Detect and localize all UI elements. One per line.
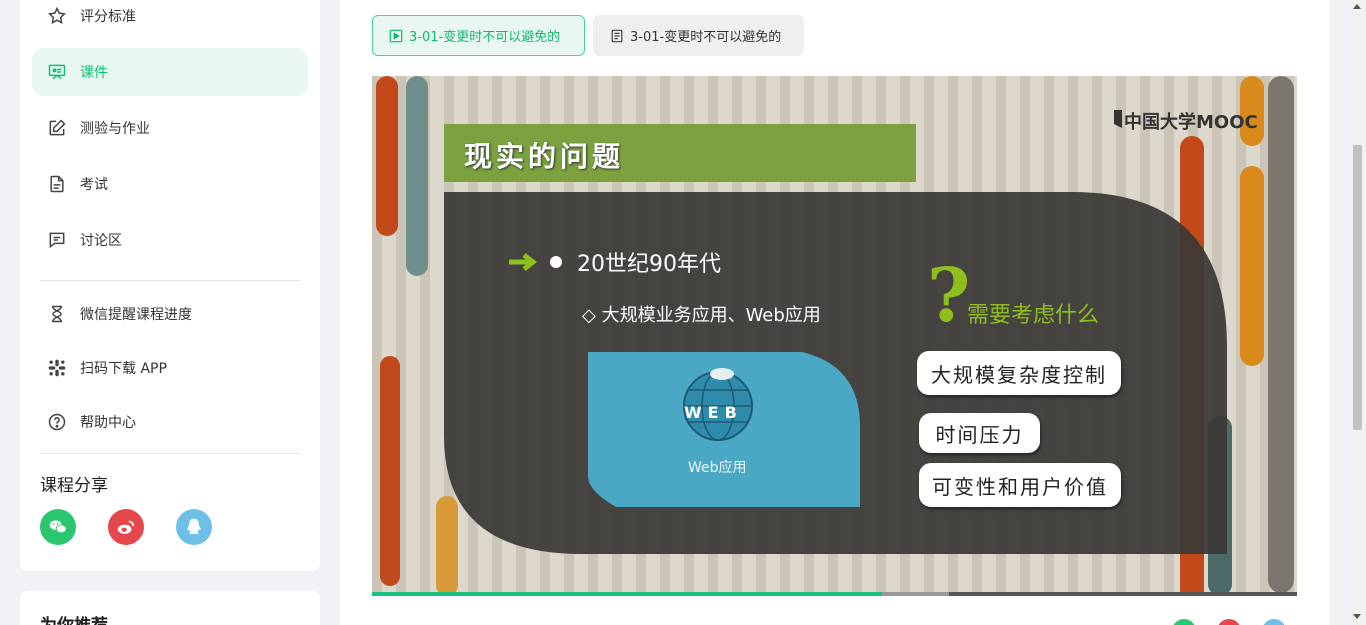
video-progress-bar[interactable] [372, 592, 1297, 596]
web-mark: WEB [684, 403, 743, 422]
scroll-down-icon[interactable] [1353, 614, 1361, 619]
star-icon [46, 5, 68, 27]
sidebar-item-label: 测验与作业 [80, 121, 150, 137]
tab-label: 3-01-变更时不可以避免的 [630, 30, 782, 45]
tab-label: 3-01-变更时不可以避免的 [409, 30, 561, 45]
wechat-share-icon[interactable] [1172, 619, 1196, 625]
sidebar-item-label: 评分标准 [80, 9, 136, 25]
document-icon [611, 29, 623, 42]
recommend-title: 为你推荐 [40, 611, 108, 625]
svg-text:?: ? [927, 253, 970, 339]
scroll-up-icon[interactable] [1353, 4, 1361, 9]
sidebar-item-label: 微信提醒课程进度 [80, 307, 192, 323]
web-label: Web应用 [688, 460, 747, 476]
qr-icon [46, 357, 68, 379]
progress-played [372, 592, 882, 596]
recommend-card: 为你推荐 [20, 591, 320, 625]
sidebar-item-label: 扫码下载 APP [80, 361, 167, 377]
sidebar-item-wechat-reminder[interactable]: 微信提醒课程进度 [32, 290, 308, 338]
slide-pill-1: 大规模复杂度控制 [917, 351, 1121, 395]
sidebar-item-discussion[interactable]: 讨论区 [32, 216, 308, 264]
page-scrollbar[interactable] [1349, 0, 1366, 625]
weibo-share-icon[interactable] [108, 509, 144, 545]
slide-pill-2: 时间压力 [919, 413, 1040, 453]
slide-pill-3: 可变性和用户价值 [919, 463, 1121, 507]
main-content: 3-01-变更时不可以避免的 3-01-变更时不可以避免的 ? WEB 现实的问… [340, 0, 1329, 625]
sidebar-item-label: 课件 [80, 65, 108, 81]
sidebar-item-label: 考试 [80, 177, 108, 193]
divider [40, 453, 300, 454]
courseware-icon [46, 61, 68, 83]
help-icon [46, 411, 68, 433]
sidebar-item-help[interactable]: 帮助中心 [32, 398, 308, 446]
qq-share-icon[interactable] [176, 509, 212, 545]
sidebar-item-download-app[interactable]: 扫码下载 APP [32, 344, 308, 392]
slide-bullet-1: 20世纪90年代 [577, 252, 721, 277]
sidebar-item-grading[interactable]: 评分标准 [32, 0, 308, 40]
video-player[interactable]: ? WEB 现实的问题 中国大学MOOC 20世纪90年代 ◇ 大规模业务应用、… [372, 76, 1297, 593]
scroll-thumb[interactable] [1353, 145, 1362, 430]
video-icon [389, 29, 403, 42]
slide-bullet-2: ◇ 大规模业务应用、Web应用 [582, 305, 821, 326]
document-icon [46, 173, 68, 195]
sidebar: 评分标准 课件 测验与作业 考试 讨论区 微信提醒课程进度 扫码下载 APP 帮… [20, 0, 320, 571]
hourglass-icon [46, 303, 68, 325]
tab-document[interactable]: 3-01-变更时不可以避免的 [593, 15, 804, 56]
weibo-share-icon[interactable] [1217, 619, 1241, 625]
sidebar-item-quiz[interactable]: 测验与作业 [32, 104, 308, 152]
wechat-share-icon[interactable] [40, 509, 76, 545]
chat-icon [46, 229, 68, 251]
sidebar-item-courseware[interactable]: 课件 [32, 48, 308, 96]
edit-icon [46, 117, 68, 139]
divider [40, 280, 300, 281]
slide-question: 需要考虑什么 [967, 303, 1100, 328]
slide-title: 现实的问题 [464, 140, 625, 173]
mooc-logo: 中国大学MOOC [1124, 112, 1258, 133]
share-title: 课程分享 [40, 476, 108, 496]
tab-video[interactable]: 3-01-变更时不可以避免的 [372, 15, 585, 56]
qq-share-icon[interactable] [1262, 619, 1286, 625]
sidebar-item-label: 帮助中心 [80, 415, 136, 431]
sidebar-item-label: 讨论区 [80, 233, 122, 249]
sidebar-item-exam[interactable]: 考试 [32, 160, 308, 208]
